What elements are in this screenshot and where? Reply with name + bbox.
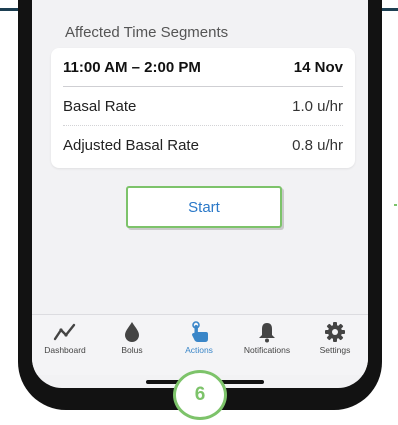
adjusted-basal-rate-row: Adjusted Basal Rate 0.8 u/hr bbox=[63, 126, 343, 164]
step-badge: 6 bbox=[173, 370, 227, 420]
tab-dashboard[interactable]: Dashboard bbox=[32, 315, 98, 367]
app-screen: Affected Time Segments 11:00 AM – 2:00 P… bbox=[32, 0, 368, 388]
bottom-tab-bar: Dashboard Bolus Actions Notifications Se… bbox=[32, 314, 368, 375]
section-label: Affected Time Segments bbox=[65, 24, 229, 41]
basal-rate-row: Basal Rate 1.0 u/hr bbox=[63, 87, 343, 126]
tab-notifications[interactable]: Notifications bbox=[234, 315, 300, 367]
edge-marker bbox=[394, 204, 397, 206]
dashboard-trend-icon bbox=[53, 321, 77, 343]
adjusted-basal-rate-label: Adjusted Basal Rate bbox=[63, 136, 199, 154]
basal-rate-value: 1.0 u/hr bbox=[292, 97, 343, 115]
tab-settings[interactable]: Settings bbox=[302, 315, 368, 367]
tab-bolus[interactable]: Bolus bbox=[99, 315, 165, 367]
adjusted-basal-rate-value: 0.8 u/hr bbox=[292, 136, 343, 154]
tab-settings-label: Settings bbox=[319, 345, 351, 355]
basal-rate-label: Basal Rate bbox=[63, 97, 137, 115]
hand-tap-icon bbox=[187, 321, 211, 343]
bell-icon bbox=[255, 321, 279, 343]
tab-actions[interactable]: Actions bbox=[166, 315, 232, 367]
segment-header-row: 11:00 AM – 2:00 PM 14 Nov bbox=[63, 48, 343, 87]
start-button[interactable]: Start bbox=[126, 186, 282, 228]
tab-notifications-label: Notifications bbox=[243, 345, 291, 355]
tab-actions-label: Actions bbox=[185, 345, 213, 355]
segment-time-range: 11:00 AM – 2:00 PM bbox=[63, 58, 201, 76]
time-segment-card: 11:00 AM – 2:00 PM 14 Nov Basal Rate 1.0… bbox=[51, 48, 355, 168]
drop-icon bbox=[120, 321, 144, 343]
segment-date: 14 Nov bbox=[293, 58, 343, 76]
gear-icon bbox=[323, 321, 347, 343]
